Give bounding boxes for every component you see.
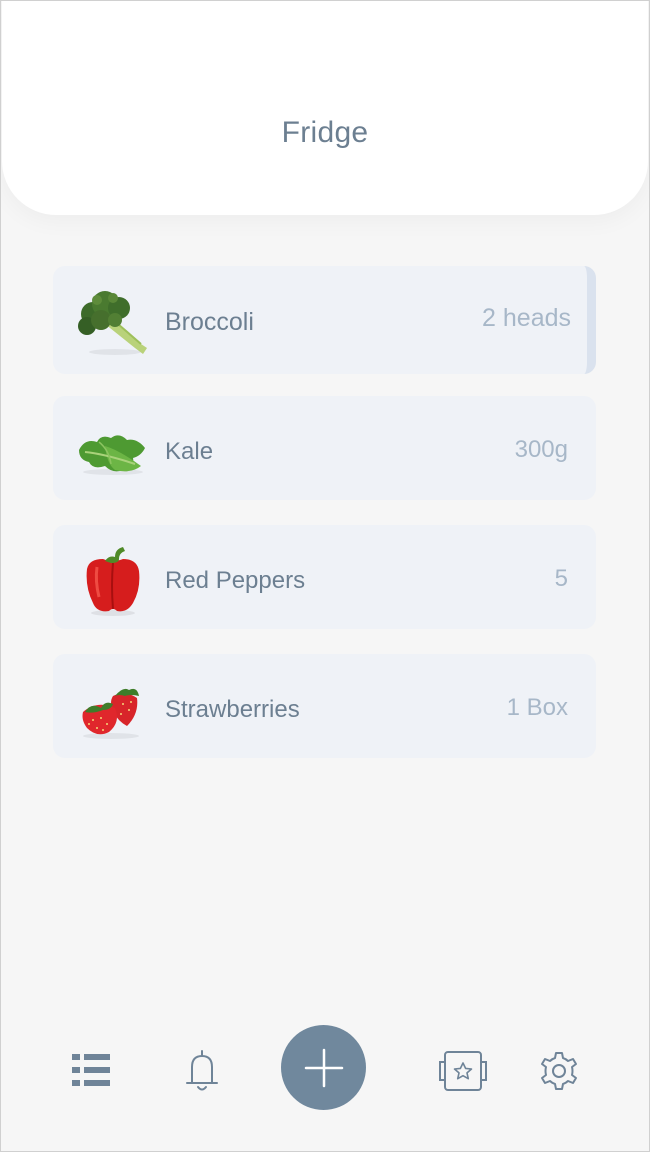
- list-item[interactable]: Kale 300g: [53, 396, 596, 500]
- red-pepper-icon: [86, 547, 140, 616]
- plus-icon: [304, 1048, 343, 1087]
- item-list: Broccoli 2 heads Kale 300g Red Peppers 5: [53, 266, 596, 783]
- bottom-nav: [0, 1020, 650, 1120]
- item-quantity: 2 heads: [482, 304, 571, 332]
- kale-icon: [79, 435, 145, 475]
- item-name: Kale: [165, 438, 214, 465]
- notifications-button[interactable]: [176, 1046, 228, 1096]
- item-name: Red Peppers: [165, 567, 306, 594]
- bell-icon: [186, 1050, 218, 1091]
- list-icon: [72, 1054, 110, 1086]
- page-title: Fridge: [281, 116, 369, 149]
- list-button[interactable]: [66, 1048, 116, 1092]
- item-quantity: 5: [554, 565, 568, 592]
- gear-icon: [541, 1052, 577, 1090]
- add-button[interactable]: [281, 1025, 366, 1110]
- list-item[interactable]: Broccoli 2 heads: [53, 266, 596, 374]
- list-item[interactable]: Red Peppers 5: [53, 525, 596, 629]
- strawberry-icon: [82, 688, 139, 739]
- starred-box-icon: [439, 1051, 487, 1091]
- item-name: Strawberries: [165, 696, 300, 723]
- item-quantity: 1 Box: [506, 694, 568, 721]
- favorites-button[interactable]: [434, 1046, 492, 1096]
- header: Fridge: [2, 0, 648, 215]
- broccoli-icon: [78, 291, 147, 355]
- settings-button[interactable]: [534, 1046, 584, 1096]
- item-quantity: 300g: [514, 436, 568, 463]
- list-item[interactable]: Strawberries 1 Box: [53, 654, 596, 758]
- item-name: Broccoli: [165, 308, 254, 336]
